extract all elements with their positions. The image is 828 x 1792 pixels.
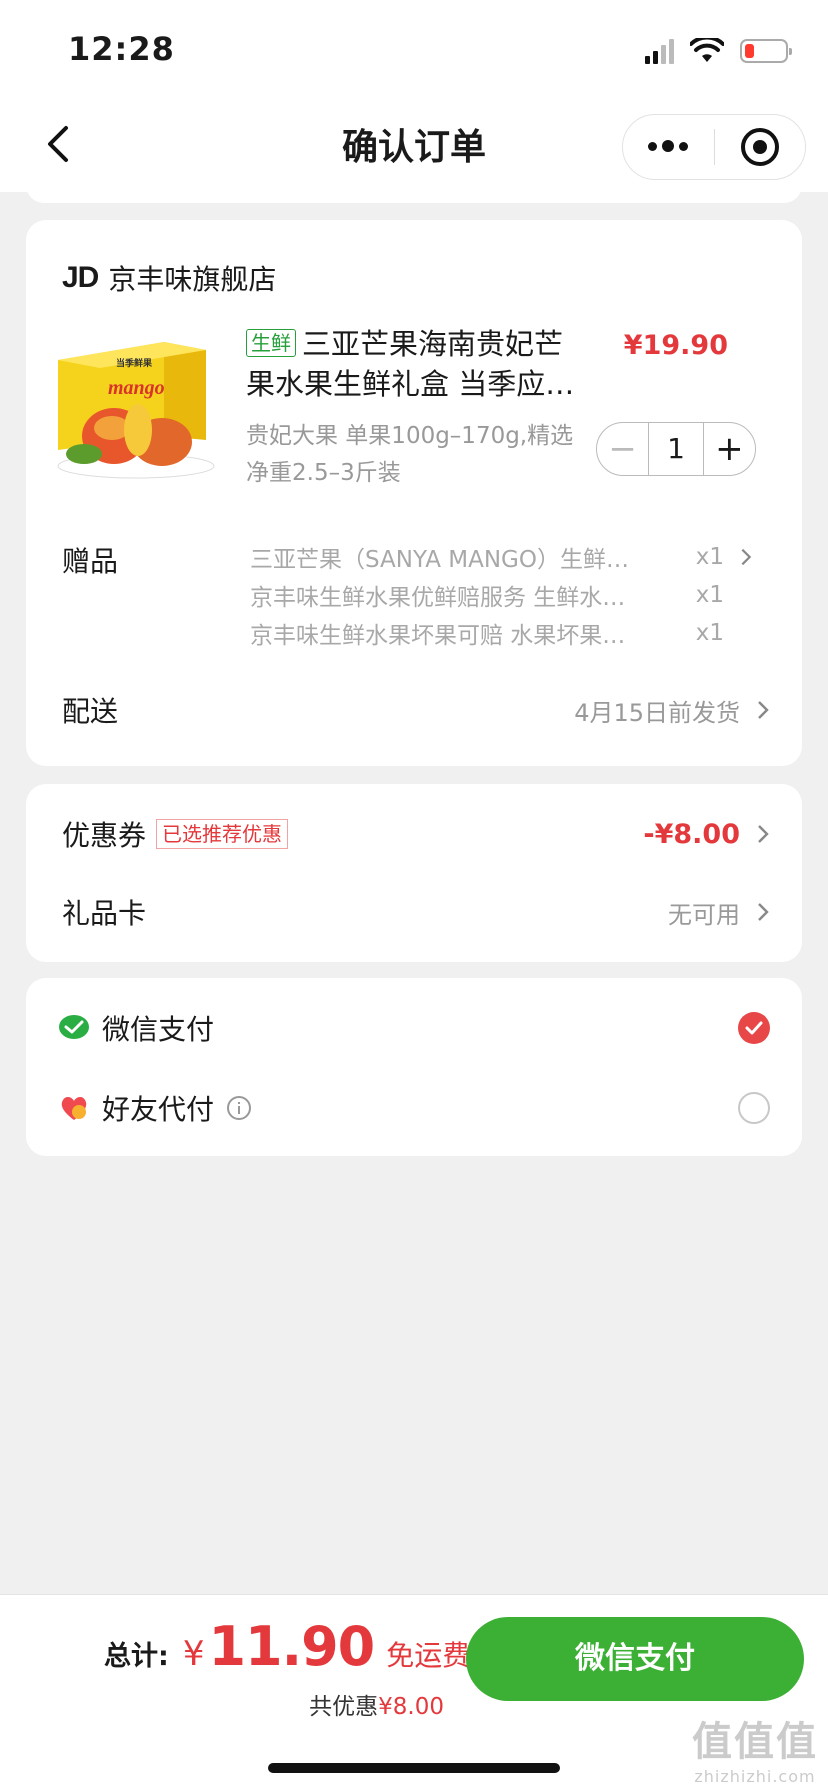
watermark-logo: 值值值 <box>692 1719 818 1765</box>
wifi-icon <box>690 38 724 62</box>
total-currency: ¥ <box>182 1634 205 1674</box>
gift-item-qty: x1 <box>695 620 724 646</box>
gift-item-name: 京丰味生鲜水果坏果可赔 水果坏果… <box>250 623 626 649</box>
gift-item-name: 三亚芒果（SANYA MANGO）生鲜… <box>250 547 629 573</box>
friend-pay-label: 好友代付 <box>102 1093 215 1126</box>
decrease-button[interactable]: − <box>597 424 648 474</box>
coupon-badge: 已选推荐优惠 <box>156 819 289 849</box>
gift-item: 京丰味生鲜水果坏果可赔 水果坏果… x1 <box>250 614 770 652</box>
gift-card-value: 无可用 <box>668 900 740 929</box>
signal-icon <box>645 38 674 64</box>
product-box-brand: mango <box>108 377 165 399</box>
gift-card-label: 礼品卡 <box>62 897 147 930</box>
quantity-value[interactable]: 1 <box>648 423 704 475</box>
gift-label: 赠品 <box>62 545 119 578</box>
total-line: 总计: ¥ 11.90 免运费 <box>104 1615 470 1678</box>
chevron-right-icon <box>741 548 752 566</box>
close-mini-program-button[interactable] <box>715 128 806 166</box>
product-title[interactable]: 生鲜 三亚芒果海南贵妃芒果水果生鲜礼盒 当季应… <box>246 324 586 404</box>
friend-pay-radio[interactable] <box>738 1092 770 1124</box>
chevron-right-icon <box>758 825 769 843</box>
checkout-bar: 总计: ¥ 11.90 免运费 共优惠¥8.00 微信支付 值值值 zhizhi… <box>0 1594 828 1792</box>
quantity-stepper: − 1 + <box>596 422 756 476</box>
gift-item-name: 京丰味生鲜水果优鲜赔服务 生鲜水… <box>250 585 626 611</box>
gift-item-qty: x1 <box>695 582 724 608</box>
wechat-pay-button[interactable]: 微信支付 <box>466 1617 804 1701</box>
watermark-url: zhizhizhi.com <box>694 1767 816 1786</box>
increase-button[interactable]: + <box>704 424 755 474</box>
wechat-pay-icon <box>59 1015 89 1039</box>
home-indicator <box>268 1763 560 1773</box>
total-amount: 11.90 <box>208 1615 375 1678</box>
coupon-label: 优惠券 <box>62 819 147 852</box>
target-icon <box>740 128 779 166</box>
gift-list[interactable]: 三亚芒果（SANYA MANGO）生鲜… x1 京丰味生鲜水果优鲜赔服务 生鲜水… <box>250 538 770 652</box>
mini-program-capsule <box>622 114 806 180</box>
wechat-pay-option[interactable]: 微信支付 <box>58 1008 770 1048</box>
payment-method-card: 微信支付 好友代付 <box>26 978 802 1156</box>
store-card: JD 京丰味旗舰店 当季鲜果 mango 生鲜 三亚芒果海南贵妃芒果水果生鲜礼盒 … <box>26 220 802 766</box>
product-box-text: 当季鲜果 <box>116 357 153 368</box>
nav-bar: 确认订单 <box>0 100 828 192</box>
total-saving: 共优惠¥8.00 <box>309 1687 444 1721</box>
gift-item-qty: x1 <box>695 544 724 570</box>
delivery-label: 配送 <box>62 695 119 728</box>
gift-item: 京丰味生鲜水果优鲜赔服务 生鲜水… x1 <box>250 576 770 614</box>
status-icons <box>645 38 792 64</box>
watermark: 值值值 zhizhizhi.com <box>692 1709 818 1786</box>
total-label: 总计: <box>104 1641 169 1672</box>
chevron-right-icon <box>758 701 769 719</box>
saving-value: ¥8.00 <box>378 1694 444 1720</box>
status-time: 12:28 <box>68 30 175 68</box>
product-spec: 贵妃大果 单果100g–170g,精选净重2.5–3斤装 <box>246 423 574 486</box>
info-icon[interactable] <box>226 1095 252 1121</box>
status-bar: 12:28 <box>0 0 828 100</box>
store-name[interactable]: 京丰味旗舰店 <box>108 258 276 298</box>
free-shipping-label: 免运费 <box>386 1639 471 1672</box>
friend-pay-option[interactable]: 好友代付 <box>58 1088 770 1128</box>
jd-logo: JD <box>62 261 99 294</box>
gift-item: 三亚芒果（SANYA MANGO）生鲜… x1 <box>250 538 770 576</box>
product-image[interactable]: 当季鲜果 mango <box>54 324 216 482</box>
wechat-pay-radio[interactable] <box>738 1012 770 1044</box>
product-price: ¥19.90 <box>623 330 728 361</box>
coupon-row[interactable]: 优惠券 已选推荐优惠 -¥8.00 <box>62 814 770 854</box>
battery-icon <box>740 39 792 63</box>
address-card-edge <box>26 185 802 203</box>
saving-label: 共优惠 <box>309 1694 379 1720</box>
friend-pay-heart-icon <box>61 1097 87 1120</box>
discount-card: 优惠券 已选推荐优惠 -¥8.00 礼品卡 无可用 <box>26 784 802 962</box>
gift-card-row[interactable]: 礼品卡 无可用 <box>62 892 770 932</box>
fresh-tag: 生鲜 <box>246 329 296 357</box>
chevron-right-icon <box>758 903 769 921</box>
store-header: JD 京丰味旗舰店 <box>62 258 276 298</box>
more-icon[interactable] <box>623 140 714 152</box>
coupon-value: -¥8.00 <box>643 818 740 850</box>
check-icon <box>745 1021 763 1035</box>
delivery-value: 4月15日前发货 <box>574 698 740 727</box>
delivery-row[interactable]: 配送 4月15日前发货 <box>62 690 770 730</box>
wechat-pay-label: 微信支付 <box>102 1013 215 1046</box>
